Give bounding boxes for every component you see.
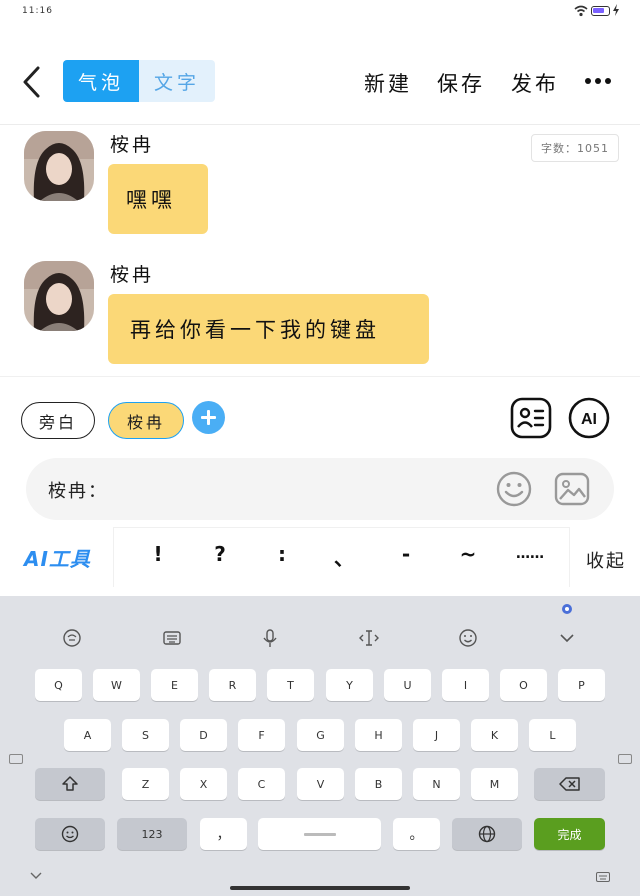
ai-icon[interactable]: AI bbox=[568, 397, 610, 439]
more-dots-icon[interactable] bbox=[585, 78, 613, 86]
input-prefix: 桉冉： bbox=[48, 481, 108, 502]
collapse-button[interactable]: 收起 bbox=[586, 547, 626, 573]
key-d[interactable]: D bbox=[180, 719, 227, 751]
key-y[interactable]: Y bbox=[326, 669, 373, 701]
publish-button[interactable]: 发布 bbox=[511, 68, 559, 98]
key-t[interactable]: T bbox=[267, 669, 314, 701]
tab-bubble[interactable]: 气泡 bbox=[63, 60, 139, 102]
add-role-icon[interactable] bbox=[192, 401, 225, 434]
space-key[interactable] bbox=[258, 818, 381, 850]
narration-chip[interactable]: 旁白 bbox=[21, 402, 95, 439]
shift-key[interactable] bbox=[35, 768, 105, 800]
key-x[interactable]: X bbox=[180, 768, 227, 800]
status-bar: 11:16 bbox=[0, 0, 640, 24]
period-key[interactable]: 。 bbox=[393, 818, 440, 850]
keyboard-switch-icon[interactable] bbox=[160, 626, 184, 650]
key-w[interactable]: W bbox=[93, 669, 140, 701]
punct-key[interactable]: : bbox=[262, 542, 302, 566]
emoji-panel-icon[interactable] bbox=[456, 626, 480, 650]
message-input[interactable]: 桉冉： bbox=[26, 458, 614, 520]
header-divider bbox=[0, 124, 640, 125]
status-time: 11:16 bbox=[22, 6, 53, 16]
wifi-icon bbox=[574, 5, 588, 17]
key-a[interactable]: A bbox=[64, 719, 111, 751]
emoji-key[interactable] bbox=[35, 818, 105, 850]
numbers-key[interactable]: 123 bbox=[117, 818, 187, 850]
top-nav: 气泡 文字 新建 保存 发布 bbox=[0, 58, 640, 106]
key-h[interactable]: H bbox=[355, 719, 402, 751]
sender-name: 桉冉 bbox=[110, 264, 155, 286]
chevron-left-icon[interactable] bbox=[18, 64, 46, 100]
punct-key[interactable]: …… bbox=[510, 546, 550, 562]
image-icon[interactable] bbox=[553, 470, 591, 508]
hide-keyboard-icon[interactable] bbox=[555, 626, 579, 650]
backspace-key[interactable] bbox=[534, 768, 605, 800]
globe-key[interactable] bbox=[452, 818, 522, 850]
sender-name: 桉冉 bbox=[110, 134, 155, 156]
avatar[interactable] bbox=[24, 261, 94, 331]
keyboard: Q W E R T Y U I O P A S D F G H J K L Z … bbox=[0, 596, 640, 896]
punctuation-bar: ! ? : 、 - ~ …… bbox=[113, 527, 570, 587]
key-b[interactable]: B bbox=[355, 768, 402, 800]
shift-icon bbox=[62, 776, 78, 791]
key-q[interactable]: Q bbox=[35, 669, 82, 701]
backspace-icon bbox=[558, 777, 580, 791]
home-indicator[interactable] bbox=[230, 886, 410, 890]
toolbar-logo-icon[interactable] bbox=[60, 626, 84, 650]
key-s[interactable]: S bbox=[122, 719, 169, 751]
punct-key[interactable]: - bbox=[386, 542, 426, 566]
message-bubble[interactable]: 再给你看一下我的键盘 bbox=[108, 294, 429, 364]
assistant-icon[interactable] bbox=[560, 602, 574, 616]
key-m[interactable]: M bbox=[471, 768, 518, 800]
role-chip[interactable]: 桉冉 bbox=[108, 402, 184, 439]
punct-key[interactable]: 、 bbox=[324, 542, 364, 571]
key-e[interactable]: E bbox=[151, 669, 198, 701]
tab-text[interactable]: 文字 bbox=[139, 60, 215, 102]
globe-icon bbox=[478, 825, 496, 843]
key-z[interactable]: Z bbox=[122, 768, 169, 800]
done-key[interactable]: 完成 bbox=[534, 818, 605, 850]
key-p[interactable]: P bbox=[558, 669, 605, 701]
save-button[interactable]: 保存 bbox=[437, 68, 485, 98]
new-button[interactable]: 新建 bbox=[364, 68, 412, 98]
key-l[interactable]: L bbox=[529, 719, 576, 751]
mode-switch: 气泡 文字 bbox=[63, 60, 215, 102]
split-right-icon[interactable] bbox=[618, 754, 632, 764]
avatar[interactable] bbox=[24, 131, 94, 201]
key-f[interactable]: F bbox=[238, 719, 285, 751]
split-left-icon[interactable] bbox=[9, 754, 23, 764]
chevron-down-icon[interactable] bbox=[30, 872, 42, 880]
composer-panel: 旁白 桉冉 AI 桉冉： AI工具 ! ? : 、 - ~ …… 收起 bbox=[0, 376, 640, 596]
punct-key[interactable]: ! bbox=[138, 542, 178, 566]
message-bubble[interactable]: 嘿嘿 bbox=[108, 164, 208, 234]
emoji-icon bbox=[61, 825, 79, 843]
key-g[interactable]: G bbox=[297, 719, 344, 751]
keyboard-mini-icon[interactable] bbox=[596, 872, 610, 882]
key-n[interactable]: N bbox=[413, 768, 460, 800]
battery-icon bbox=[591, 6, 610, 16]
cursor-move-icon[interactable] bbox=[357, 626, 381, 650]
key-i[interactable]: I bbox=[442, 669, 489, 701]
emoji-icon[interactable] bbox=[495, 470, 533, 508]
charging-icon bbox=[613, 4, 619, 16]
comma-key[interactable]: ， bbox=[200, 818, 247, 850]
key-j[interactable]: J bbox=[413, 719, 460, 751]
key-c[interactable]: C bbox=[238, 768, 285, 800]
mic-icon[interactable] bbox=[258, 626, 282, 650]
key-v[interactable]: V bbox=[297, 768, 344, 800]
key-u[interactable]: U bbox=[384, 669, 431, 701]
punct-key[interactable]: ~ bbox=[448, 542, 488, 566]
contact-card-icon[interactable] bbox=[510, 397, 552, 439]
key-k[interactable]: K bbox=[471, 719, 518, 751]
punct-key[interactable]: ? bbox=[200, 542, 240, 566]
word-count-badge: 字数：1051 bbox=[531, 134, 619, 162]
key-o[interactable]: O bbox=[500, 669, 547, 701]
ai-tools-button[interactable]: AI工具 bbox=[24, 543, 91, 572]
key-r[interactable]: R bbox=[209, 669, 256, 701]
ai-icon-label: AI bbox=[581, 411, 597, 428]
